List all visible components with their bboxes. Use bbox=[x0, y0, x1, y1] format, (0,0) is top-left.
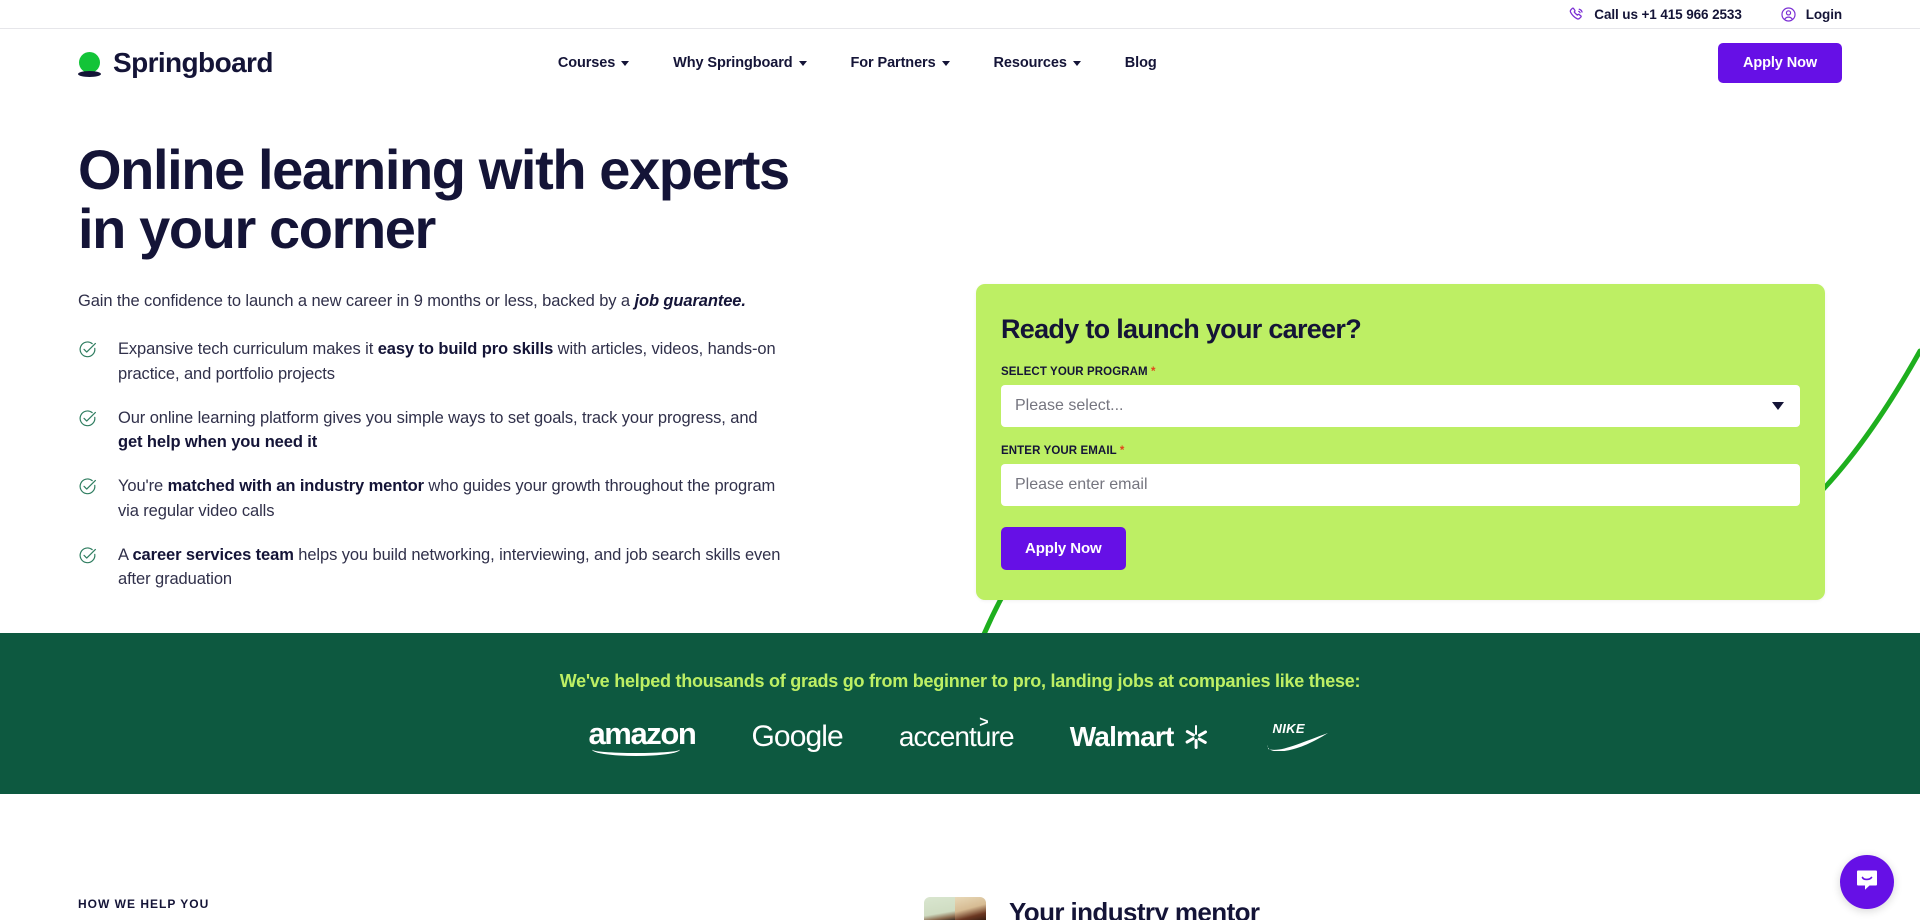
program-label-text: SELECT YOUR PROGRAM bbox=[1001, 366, 1148, 378]
nav-item-courses[interactable]: Courses bbox=[557, 54, 630, 71]
google-logo-label: Google bbox=[751, 720, 843, 753]
list-item: Our online learning platform gives you s… bbox=[78, 406, 878, 455]
bullet-2-part-0: You're bbox=[118, 477, 168, 496]
nav-item-blog[interactable]: Blog bbox=[1125, 55, 1157, 71]
form-title: Ready to launch your career? bbox=[1001, 314, 1362, 344]
bullet-0-part-0: Expansive tech curriculum makes it bbox=[118, 340, 378, 359]
user-circle-icon bbox=[1780, 6, 1797, 23]
list-item-text: You're matched with an industry mentor w… bbox=[118, 474, 783, 523]
bullet-0-part-1: easy to build pro skills bbox=[377, 340, 554, 359]
program-select[interactable]: Please select... bbox=[1001, 385, 1800, 427]
hero-subtitle-plain: Gain the confidence to launch a new care… bbox=[78, 291, 635, 310]
required-asterisk: * bbox=[1151, 366, 1156, 378]
list-item-text: Our online learning platform gives you s… bbox=[118, 406, 783, 455]
form-apply-now-button[interactable]: Apply Now bbox=[1001, 527, 1126, 570]
nike-swoosh-icon bbox=[1267, 733, 1328, 751]
nav-item-why-springboard-label: Why Springboard bbox=[673, 54, 793, 71]
nike-logo: NIKE bbox=[1266, 721, 1332, 753]
check-circle-icon bbox=[78, 546, 97, 592]
program-select-wrapper: Please select... bbox=[1001, 385, 1800, 427]
email-input-wrapper bbox=[1001, 464, 1800, 506]
bullet-3-part-1: career services team bbox=[132, 545, 294, 564]
amazon-logo: amazon bbox=[588, 718, 697, 756]
chat-bubble-smile-icon bbox=[1854, 867, 1880, 898]
check-circle-icon bbox=[78, 340, 97, 386]
mentor-card-title: Your industry mentor bbox=[1009, 897, 1260, 920]
list-item-text: Expansive tech curriculum makes it easy … bbox=[118, 337, 783, 386]
mentor-card-header: Your industry mentor bbox=[924, 897, 1260, 920]
call-us-link[interactable]: Call us +1 415 966 2533 bbox=[1568, 6, 1742, 23]
lead-capture-form: Ready to launch your career? SELECT YOUR… bbox=[976, 284, 1825, 600]
social-proof-band: We've helped thousands of grads go from … bbox=[0, 633, 1920, 794]
amazon-smile-icon bbox=[592, 743, 681, 756]
bullet-1-part-1: get help when you need it bbox=[118, 433, 318, 452]
avatar bbox=[924, 897, 986, 920]
email-label-text: ENTER YOUR EMAIL bbox=[1001, 445, 1117, 457]
page-title: Online learning with experts in your cor… bbox=[78, 138, 790, 261]
phone-icon bbox=[1568, 6, 1585, 23]
nav-item-resources-label: Resources bbox=[993, 54, 1067, 71]
social-proof-heading: We've helped thousands of grads go from … bbox=[559, 671, 1361, 691]
nav-item-resources[interactable]: Resources bbox=[994, 55, 1081, 71]
section-eyebrow: HOW WE HELP YOU bbox=[78, 897, 210, 911]
walmart-logo: Walmart bbox=[1070, 721, 1210, 753]
login-label: Login bbox=[1805, 6, 1842, 22]
main-navigation: Springboard Courses Why Springboard For … bbox=[0, 29, 1920, 96]
bullet-1-part-0: Our online learning platform gives you s… bbox=[118, 408, 758, 427]
accenture-logo: accenture > bbox=[898, 714, 1015, 753]
nav-item-for-partners-label: For Partners bbox=[850, 54, 936, 71]
nav-links: Courses Why Springboard For Partners Res… bbox=[558, 55, 1157, 71]
chevron-down-icon bbox=[1072, 61, 1081, 66]
bullet-2-part-1: matched with an industry mentor bbox=[167, 477, 424, 496]
login-link[interactable]: Login bbox=[1780, 6, 1842, 23]
springboard-logo[interactable]: Springboard bbox=[78, 47, 273, 79]
check-circle-icon bbox=[78, 477, 97, 523]
list-item: Expansive tech curriculum makes it easy … bbox=[78, 337, 878, 386]
google-logo: Google bbox=[751, 720, 843, 754]
nav-item-blog-label: Blog bbox=[1124, 54, 1157, 71]
list-item: A career services team helps you build n… bbox=[78, 543, 878, 592]
chevron-down-icon bbox=[941, 61, 950, 66]
hero-subtitle: Gain the confidence to launch a new care… bbox=[78, 289, 878, 314]
check-circle-icon bbox=[78, 409, 97, 455]
utility-bar: Call us +1 415 966 2533 Login bbox=[0, 0, 1920, 29]
hero-section: Online learning with experts in your cor… bbox=[0, 96, 1920, 633]
accenture-arrow-icon: > bbox=[979, 714, 988, 731]
program-field-label: SELECT YOUR PROGRAM * bbox=[1001, 366, 1800, 378]
bullet-3-part-0: A bbox=[118, 545, 133, 564]
list-item-text: A career services team helps you build n… bbox=[118, 543, 783, 592]
walmart-logo-label: Walmart bbox=[1069, 721, 1175, 752]
nav-item-courses-label: Courses bbox=[557, 54, 616, 71]
walmart-spark-icon bbox=[1182, 723, 1210, 751]
email-input[interactable] bbox=[1001, 464, 1800, 506]
hero-benefit-list: Expansive tech curriculum makes it easy … bbox=[78, 337, 878, 591]
chevron-down-icon bbox=[621, 61, 630, 66]
company-logo-row: amazon Google accenture > Walmart NIKE bbox=[588, 714, 1332, 756]
nav-item-for-partners[interactable]: For Partners bbox=[851, 55, 950, 71]
intercom-launcher-button[interactable] bbox=[1840, 855, 1894, 909]
how-we-help-you-section: HOW WE HELP YOU Your industry mentor bbox=[0, 794, 1920, 920]
nav-apply-now-button[interactable]: Apply Now bbox=[1717, 42, 1842, 83]
required-asterisk: * bbox=[1119, 445, 1125, 457]
accenture-logo-label: accenture bbox=[898, 721, 1015, 752]
list-item: You're matched with an industry mentor w… bbox=[78, 474, 878, 523]
email-field-label: ENTER YOUR EMAIL * bbox=[1001, 445, 1800, 457]
hero-copy: Online learning with experts in your cor… bbox=[78, 96, 878, 611]
brand-name: Springboard bbox=[113, 46, 273, 78]
nav-item-why-springboard[interactable]: Why Springboard bbox=[673, 54, 807, 71]
call-us-label: Call us +1 415 966 2533 bbox=[1594, 6, 1742, 22]
springboard-mark-icon bbox=[78, 48, 102, 78]
chevron-down-icon bbox=[798, 61, 807, 66]
hero-subtitle-emphasis: job guarantee. bbox=[634, 291, 746, 310]
